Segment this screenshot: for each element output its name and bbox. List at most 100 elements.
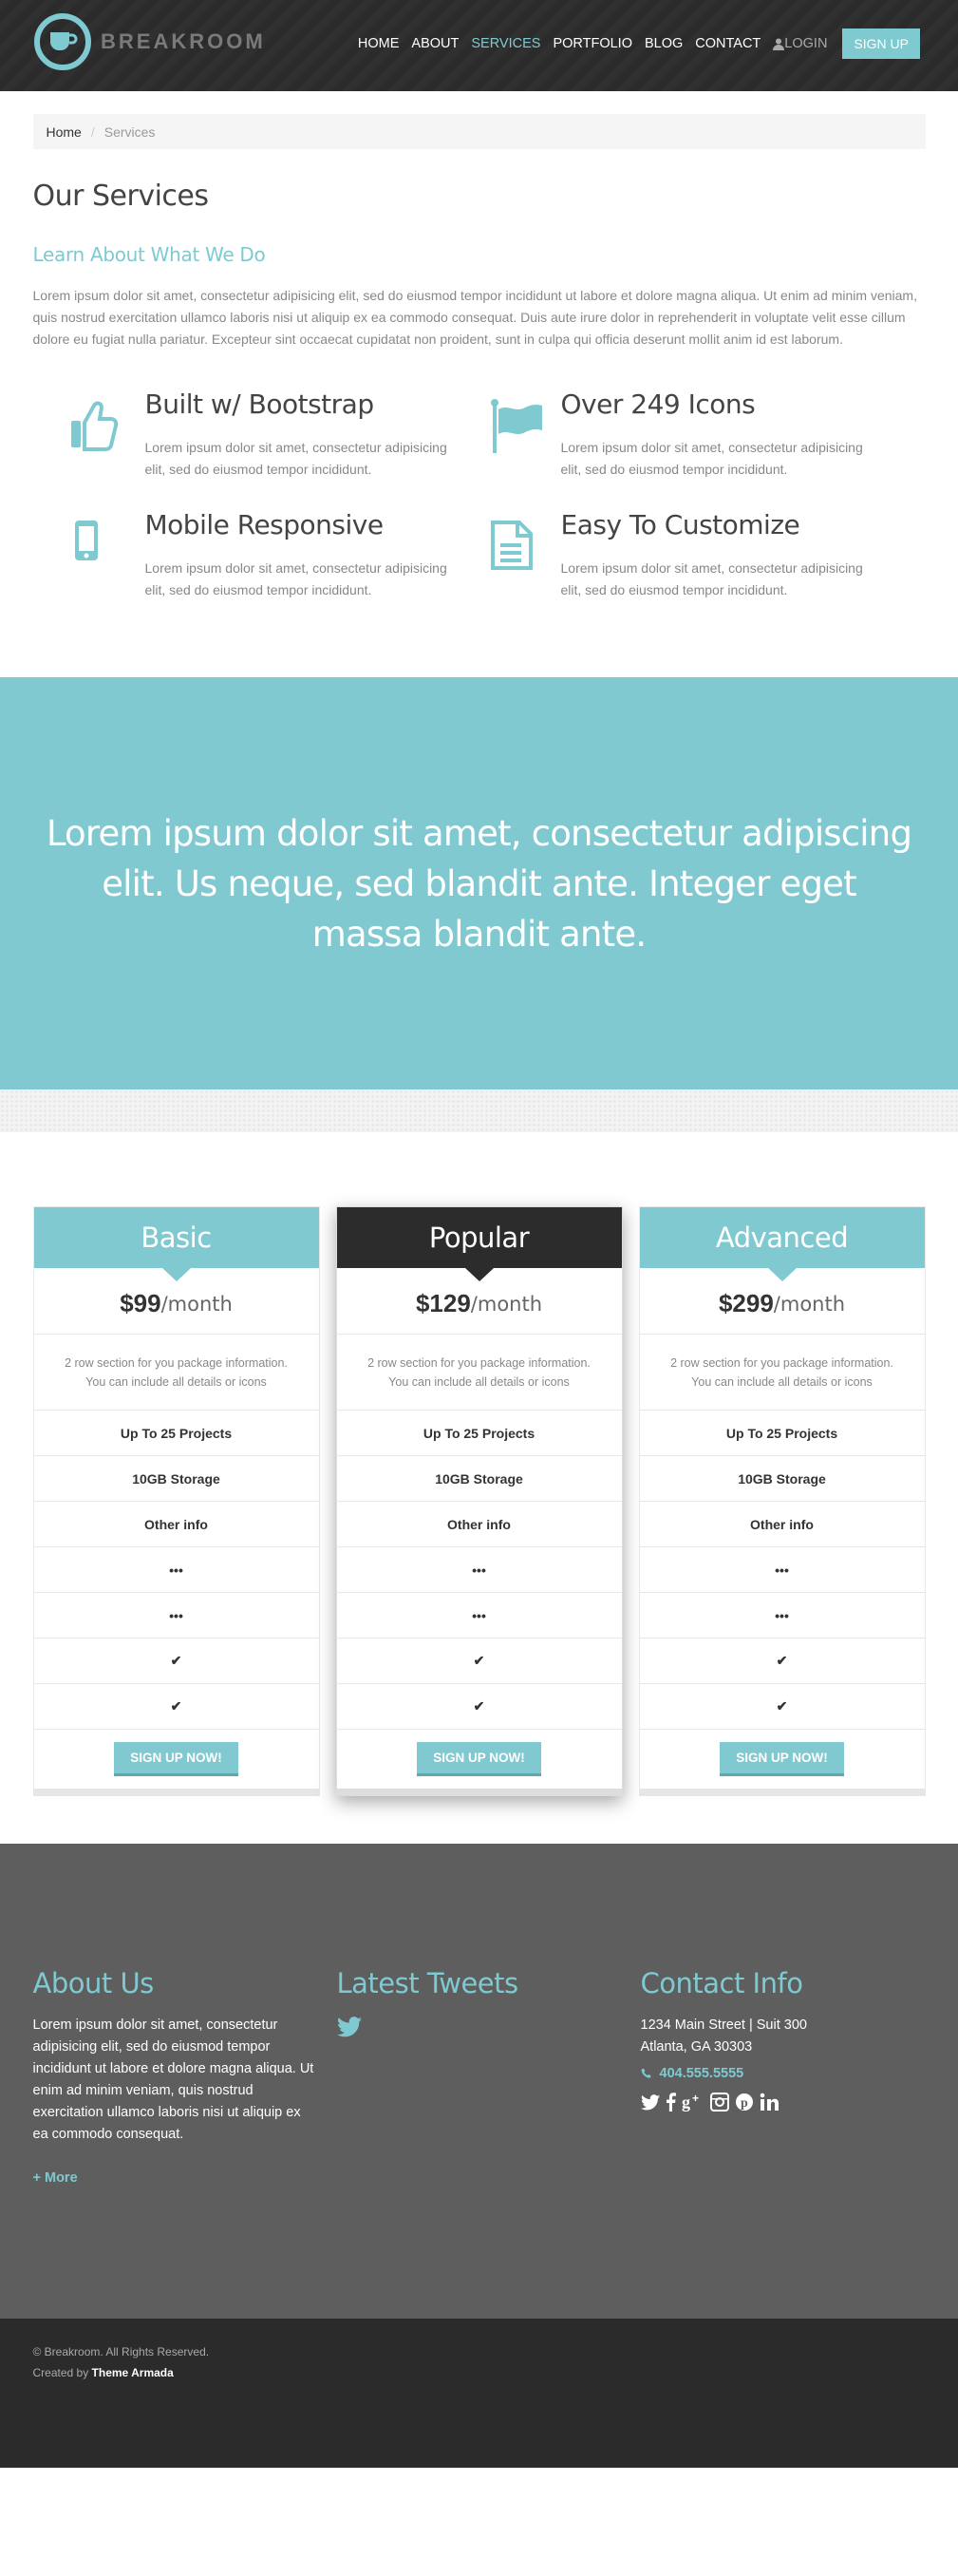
page-subtitle: Learn About What We Do	[32, 243, 266, 266]
plan-feature: 10GB Storage	[639, 1456, 925, 1502]
svg-text:g: g	[682, 2093, 690, 2112]
feature-text: Lorem ipsum dolor sit amet, consectetur …	[144, 560, 447, 597]
flag-icon	[490, 399, 542, 453]
brand-name: BREAKROOM	[101, 29, 266, 53]
plan-feature: Up To 25 Projects	[336, 1411, 622, 1456]
credits-link[interactable]: Theme Armada	[92, 2366, 174, 2379]
twitter-icon[interactable]	[640, 2093, 660, 2111]
main-nav: HOME ABOUT SERVICES PORTFOLIO BLOG CONTA…	[346, 28, 920, 59]
plan-signup-button[interactable]: SIGN UP NOW!	[417, 1742, 541, 1776]
check-icon: ✔	[33, 1684, 319, 1730]
credits-prefix: Created by	[32, 2366, 89, 2379]
hero-banner: Lorem ipsum dolor sit amet, consectetur …	[0, 677, 958, 1089]
check-icon: ✔	[639, 1638, 925, 1684]
breadcrumb-current: Services	[103, 123, 156, 140]
main-content: Home / Services Our Services Learn About…	[32, 114, 926, 601]
plan-name: Popular	[428, 1222, 530, 1254]
plan-advanced: Advanced $299/month 2 row section for yo…	[638, 1206, 926, 1796]
plan-header: Advanced	[639, 1207, 925, 1281]
top-navbar: BREAKROOM HOME ABOUT SERVICES PORTFOLIO …	[0, 0, 958, 91]
nav-services[interactable]: SERVICES	[471, 36, 540, 51]
social-links: g + p	[640, 2093, 926, 2112]
plan-feature: •••	[33, 1593, 319, 1638]
feature-title: Easy To Customize	[560, 509, 800, 540]
price-amount: $299	[718, 1289, 774, 1317]
plan-popular: Popular $129/month 2 row section for you…	[335, 1206, 623, 1796]
plan-feature: Other info	[33, 1502, 319, 1547]
breadcrumb: Home / Services	[32, 114, 926, 149]
plan-feature: •••	[336, 1547, 622, 1593]
feature-item: Easy To Customize Lorem ipsum dolor sit …	[489, 509, 926, 601]
nav-blog[interactable]: BLOG	[645, 36, 683, 51]
feature-title: Built w/ Bootstrap	[144, 388, 375, 420]
desc-line: 2 row section for you package informatio…	[367, 1355, 591, 1370]
page-title: Our Services	[32, 180, 210, 213]
instagram-icon[interactable]	[709, 2093, 729, 2112]
user-icon	[773, 38, 785, 50]
breadcrumb-home[interactable]: Home	[47, 124, 82, 140]
phone[interactable]: 404.555.5555	[641, 2066, 926, 2081]
check-icon: ✔	[33, 1638, 319, 1684]
mobile-icon	[74, 521, 98, 560]
check-icon: ✔	[639, 1684, 925, 1730]
plan-description: 2 row section for you package informatio…	[33, 1335, 319, 1411]
login-link[interactable]: LOGIN	[773, 36, 827, 51]
google-plus-icon[interactable]: g +	[682, 2093, 704, 2112]
thumbs-up-icon	[70, 401, 118, 451]
price-period: /month	[470, 1292, 543, 1316]
check-icon: ✔	[336, 1638, 622, 1684]
credits: Created by Theme Armada	[33, 2362, 926, 2383]
linkedin-icon[interactable]	[760, 2093, 779, 2112]
price-period: /month	[773, 1292, 846, 1316]
bottom-bar: © Breakroom. All Rights Reserved. Create…	[0, 2319, 958, 2468]
twitter-icon[interactable]	[336, 2017, 362, 2037]
svg-text:+: +	[692, 2093, 699, 2105]
svg-text:p: p	[741, 2096, 748, 2111]
login-label: LOGIN	[784, 36, 828, 51]
nav-about[interactable]: ABOUT	[411, 36, 459, 51]
desc-line: 2 row section for you package informatio…	[670, 1355, 893, 1370]
check-icon: ✔	[336, 1684, 622, 1730]
footer-contact-title: Contact Info	[640, 1967, 803, 1999]
plan-header: Popular	[336, 1207, 622, 1281]
document-icon	[490, 521, 533, 570]
plan-feature: Other info	[639, 1502, 925, 1547]
plan-feature: •••	[639, 1547, 925, 1593]
desc-line: You can include all details or icons	[691, 1374, 873, 1389]
intro-paragraph: Lorem ipsum dolor sit amet, consectetur …	[32, 288, 917, 347]
plan-feature: 10GB Storage	[33, 1456, 319, 1502]
footer: About Us Lorem ipsum dolor sit amet, con…	[0, 1844, 958, 2319]
footer-tweets-title: Latest Tweets	[336, 1967, 519, 1999]
more-link[interactable]: + More	[33, 2170, 78, 2186]
feature-item: Built w/ Bootstrap Lorem ipsum dolor sit…	[33, 388, 489, 481]
nav-contact[interactable]: CONTACT	[695, 36, 761, 51]
plan-signup-button[interactable]: SIGN UP NOW!	[720, 1742, 844, 1776]
brand-logo[interactable]: BREAKROOM	[34, 13, 266, 70]
footer-contact: Contact Info 1234 Main Street | Suit 300…	[640, 1967, 926, 2187]
signup-button[interactable]: SIGN UP	[842, 28, 920, 59]
footer-about-text: Lorem ipsum dolor sit amet, consectetur …	[32, 2017, 314, 2142]
feature-title: Over 249 Icons	[560, 388, 756, 420]
plan-signup-button[interactable]: SIGN UP NOW!	[114, 1742, 238, 1776]
phone-icon	[641, 2068, 651, 2078]
plan-feature: Other info	[336, 1502, 622, 1547]
facebook-icon[interactable]	[666, 2093, 676, 2112]
coffee-cup-icon	[34, 13, 91, 70]
feature-text: Lorem ipsum dolor sit amet, consectetur …	[144, 440, 447, 477]
features-grid: Built w/ Bootstrap Lorem ipsum dolor sit…	[33, 388, 926, 601]
plan-description: 2 row section for you package informatio…	[336, 1335, 622, 1411]
plan-description: 2 row section for you package informatio…	[639, 1335, 925, 1411]
plan-feature: Up To 25 Projects	[639, 1411, 925, 1456]
nav-home[interactable]: HOME	[358, 36, 400, 51]
plan-name: Basic	[141, 1222, 212, 1254]
plan-feature: 10GB Storage	[336, 1456, 622, 1502]
price-period: /month	[160, 1292, 233, 1316]
feature-item: Over 249 Icons Lorem ipsum dolor sit ame…	[489, 388, 926, 481]
pricing-table: Basic $99/month 2 row section for you pa…	[32, 1206, 926, 1796]
plan-feature: Up To 25 Projects	[33, 1411, 319, 1456]
address-line: 1234 Main Street | Suit 300	[640, 2017, 807, 2033]
desc-line: You can include all details or icons	[388, 1374, 570, 1389]
desc-line: 2 row section for you package informatio…	[65, 1355, 288, 1370]
pinterest-icon[interactable]: p	[735, 2093, 754, 2112]
nav-portfolio[interactable]: PORTFOLIO	[553, 36, 632, 51]
